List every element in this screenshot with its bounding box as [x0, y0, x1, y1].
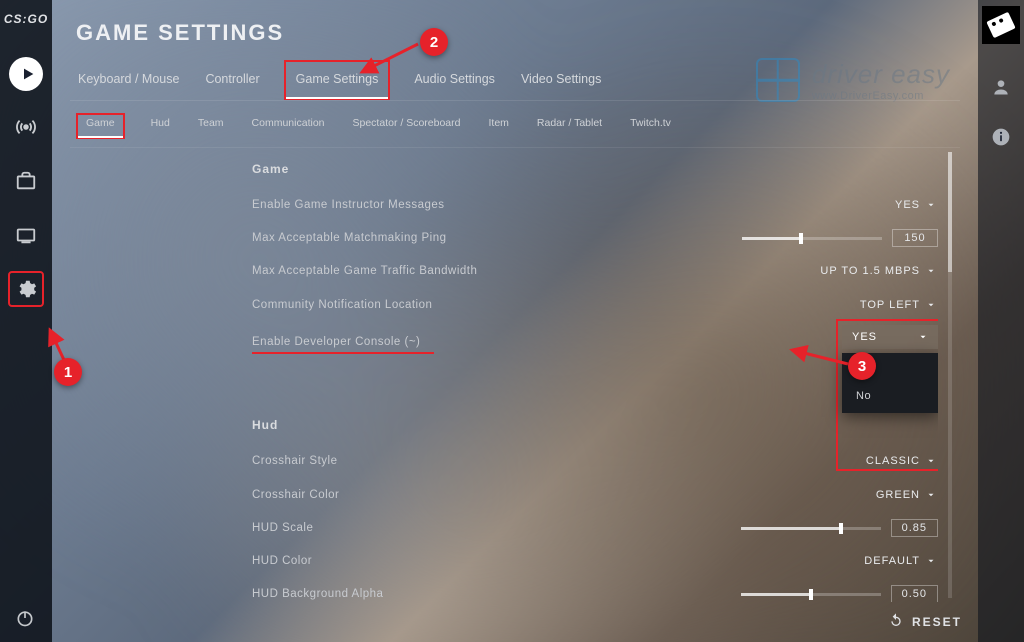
avatar[interactable]: [982, 6, 1020, 44]
tabs-primary: Keyboard / Mouse Controller Game Setting…: [70, 60, 960, 101]
dropdown-instructor[interactable]: YES: [893, 195, 938, 215]
tabs-sub: Game Hud Team Communication Spectator / …: [70, 101, 960, 148]
subtab-radar[interactable]: Radar / Tablet: [535, 113, 604, 139]
row-instructor: Enable Game Instructor Messages YES: [252, 188, 938, 222]
slider-hud-alpha[interactable]: [741, 593, 881, 596]
dropdown-bandwidth[interactable]: UP TO 1.5 MBPS: [818, 261, 938, 281]
textbox-hud-alpha[interactable]: 0.50: [891, 585, 938, 602]
subtab-team[interactable]: Team: [196, 113, 226, 139]
dropdown-hud-color[interactable]: DEFAULT: [862, 551, 938, 571]
watch-icon[interactable]: [8, 217, 44, 253]
annotation-arrow-2: [356, 40, 426, 85]
chevron-down-icon: [918, 332, 928, 342]
textbox-ping[interactable]: 150: [892, 229, 938, 247]
option-no[interactable]: No: [842, 383, 938, 409]
label-ping: Max Acceptable Matchmaking Ping: [252, 232, 446, 244]
chevron-down-icon: [926, 556, 936, 566]
chevron-down-icon: [926, 266, 936, 276]
chevron-down-icon: [926, 300, 936, 310]
power-icon[interactable]: [15, 608, 35, 633]
play-button[interactable]: [9, 57, 43, 91]
subtab-communication[interactable]: Communication: [250, 113, 327, 139]
value-hud-color: DEFAULT: [864, 555, 920, 567]
chevron-down-icon: [926, 200, 936, 210]
subtab-hud[interactable]: Hud: [149, 113, 172, 139]
game-logo: CS:GO: [4, 12, 48, 26]
label-cross-color: Crosshair Color: [252, 489, 339, 501]
value-community: TOP LEFT: [860, 299, 920, 311]
scrollbar[interactable]: [948, 152, 952, 598]
highlight-underline: [252, 352, 434, 355]
value-bandwidth: UP TO 1.5 MBPS: [820, 265, 920, 277]
annotation-callout-1: 1: [54, 358, 82, 386]
annotation-arrow-3: [786, 344, 852, 377]
tab-video-settings[interactable]: Video Settings: [519, 60, 603, 100]
row-hud-color: HUD Color DEFAULT: [252, 544, 938, 578]
reset-button[interactable]: RESET: [888, 612, 962, 631]
tab-controller[interactable]: Controller: [203, 60, 261, 100]
slider-ping[interactable]: [742, 237, 882, 240]
chevron-down-icon: [926, 490, 936, 500]
sidebar-left: CS:GO: [0, 0, 52, 642]
inventory-icon[interactable]: [8, 163, 44, 199]
textbox-hud-scale[interactable]: 0.85: [891, 519, 938, 537]
sidebar-right: [978, 0, 1024, 642]
row-cross-color: Crosshair Color GREEN: [252, 478, 938, 512]
label-hud-color: HUD Color: [252, 555, 312, 567]
row-ping: Max Acceptable Matchmaking Ping 150: [252, 222, 938, 254]
slider-hud-scale[interactable]: [741, 527, 881, 530]
settings-icon[interactable]: [8, 271, 44, 307]
reset-label: RESET: [912, 615, 962, 629]
subtab-spectator[interactable]: Spectator / Scoreboard: [351, 113, 463, 139]
annotation-callout-3: 3: [848, 352, 876, 380]
row-hud-alpha: HUD Background Alpha 0.50: [252, 578, 938, 602]
dropdown-cross-color[interactable]: GREEN: [874, 485, 938, 505]
dropdown-console[interactable]: YES: [842, 325, 938, 349]
dropdown-community[interactable]: TOP LEFT: [858, 295, 938, 315]
reset-icon: [888, 612, 904, 631]
subtab-game[interactable]: Game: [76, 113, 125, 139]
label-hud-scale: HUD Scale: [252, 522, 313, 534]
label-instructor: Enable Game Instructor Messages: [252, 199, 445, 211]
row-hud-scale: HUD Scale 0.85: [252, 512, 938, 544]
value-instructor: YES: [895, 199, 920, 211]
tab-keyboard-mouse[interactable]: Keyboard / Mouse: [76, 60, 181, 100]
dropdown-console-highlight: YES Yes No: [836, 319, 938, 471]
label-cross-style: Crosshair Style: [252, 455, 337, 467]
annotation-callout-2: 2: [420, 28, 448, 56]
broadcast-icon[interactable]: [8, 109, 44, 145]
label-hud-alpha: HUD Background Alpha: [252, 588, 383, 600]
subtab-twitch[interactable]: Twitch.tv: [628, 113, 673, 139]
section-heading-game: Game: [252, 148, 938, 188]
page-title: GAME SETTINGS: [70, 0, 960, 60]
label-console: Enable Developer Console (~): [252, 336, 420, 348]
row-bandwidth: Max Acceptable Game Traffic Bandwidth UP…: [252, 254, 938, 288]
info-icon[interactable]: [984, 120, 1018, 154]
subtab-item[interactable]: Item: [486, 113, 510, 139]
value-cross-color: GREEN: [876, 489, 920, 501]
label-bandwidth: Max Acceptable Game Traffic Bandwidth: [252, 265, 477, 277]
profile-icon[interactable]: [984, 70, 1018, 104]
row-community: Community Notification Location TOP LEFT: [252, 288, 938, 322]
label-community: Community Notification Location: [252, 299, 432, 311]
value-console: YES: [852, 331, 877, 343]
